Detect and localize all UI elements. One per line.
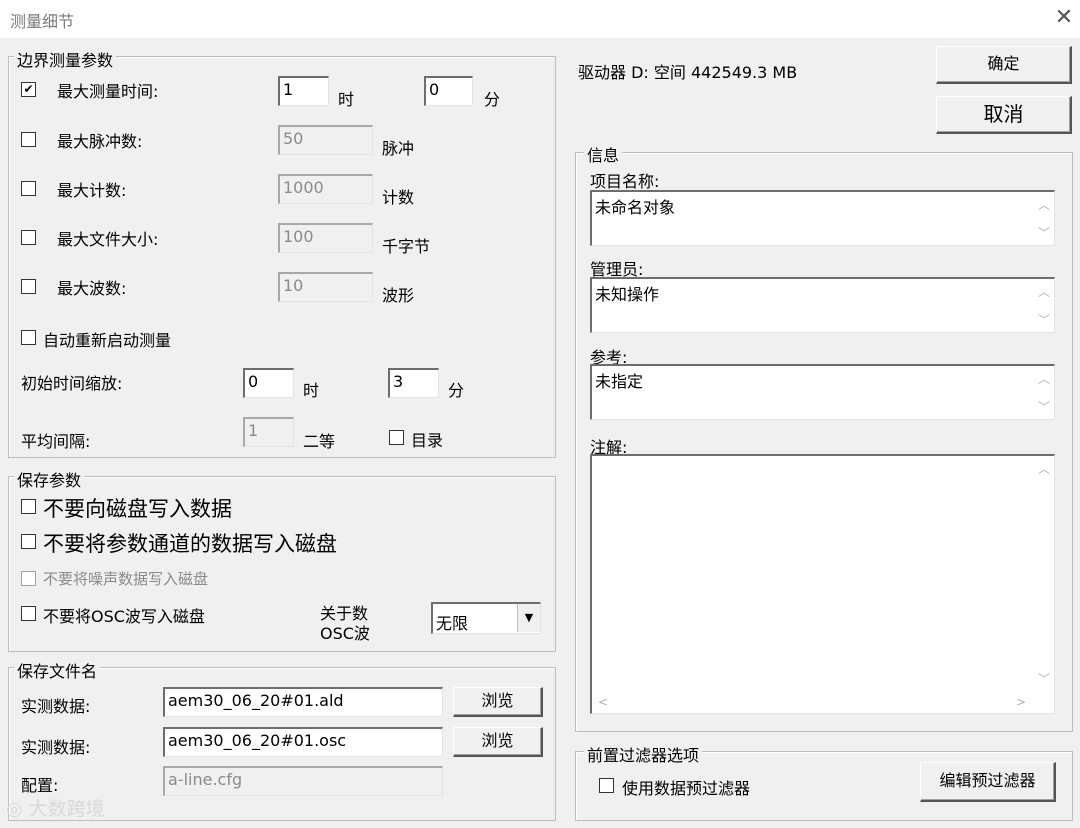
scroll-up-icon[interactable]: ︿ bbox=[1038, 283, 1050, 300]
config-input[interactable]: a-line.cfg bbox=[163, 766, 443, 796]
prefilter-legend: 前置过滤器选项 bbox=[584, 742, 703, 766]
init-zoom-minutes-input[interactable]: 3 bbox=[388, 368, 439, 398]
dropdown-arrow-icon[interactable]: ▼ bbox=[517, 604, 540, 632]
ok-button[interactable]: 确定 bbox=[936, 46, 1072, 84]
max-waves-label: 最大波数: bbox=[57, 279, 127, 298]
max-file-size-input[interactable]: 100 bbox=[278, 223, 373, 253]
scroll-up-icon[interactable]: ︿ bbox=[1038, 196, 1050, 213]
scroll-down-icon[interactable]: ﹀ bbox=[1038, 224, 1050, 241]
auto-restart-checkbox[interactable] bbox=[21, 330, 36, 345]
scroll-down-icon[interactable]: ﹀ bbox=[1038, 398, 1050, 415]
no-write-osc-checkbox[interactable] bbox=[21, 606, 36, 621]
osc-count-select[interactable]: 无限 ▼ bbox=[431, 602, 541, 634]
scroll-right-icon[interactable]: > bbox=[1016, 695, 1026, 709]
scroll-up-icon[interactable]: ︿ bbox=[1038, 370, 1050, 387]
max-waves-unit: 波形 bbox=[382, 286, 415, 305]
scroll-down-icon[interactable]: ﹀ bbox=[1038, 670, 1050, 687]
project-name-textarea[interactable]: 未命名对象 ︿ ﹀ bbox=[590, 190, 1055, 246]
max-waves-input[interactable]: 10 bbox=[278, 272, 373, 302]
data2-label: 实测数据: bbox=[21, 738, 91, 757]
max-time-hours-input[interactable]: 1 bbox=[278, 76, 329, 106]
init-time-zoom-label: 初始时间缩放: bbox=[21, 374, 123, 393]
no-write-param-checkbox[interactable] bbox=[21, 534, 36, 549]
scroll-down-icon[interactable]: ﹀ bbox=[1038, 311, 1050, 328]
no-write-noise-checkbox[interactable] bbox=[21, 571, 36, 586]
max-count-input[interactable]: 1000 bbox=[278, 174, 373, 204]
max-count-checkbox[interactable] bbox=[21, 181, 36, 196]
init-zoom-hours-unit: 时 bbox=[303, 381, 320, 400]
close-icon[interactable]: ✕ bbox=[1050, 4, 1078, 32]
max-time-minutes-input[interactable]: 0 bbox=[424, 76, 473, 106]
max-time-checkbox[interactable]: ✔ bbox=[21, 82, 36, 97]
manager-textarea[interactable]: 未知操作 ︿ ﹀ bbox=[590, 277, 1055, 333]
notes-textarea[interactable]: ︿ ﹀ < > bbox=[590, 454, 1055, 714]
directory-label: 目录 bbox=[411, 431, 444, 450]
init-zoom-minutes-unit: 分 bbox=[448, 381, 465, 400]
no-write-data-checkbox[interactable] bbox=[21, 499, 36, 514]
project-name-label: 项目名称: bbox=[590, 172, 660, 191]
max-count-unit: 计数 bbox=[382, 188, 415, 207]
auto-restart-label[interactable]: 自动重新启动测量 bbox=[43, 327, 171, 351]
max-waves-checkbox[interactable] bbox=[21, 279, 36, 294]
edit-prefilter-button[interactable]: 编辑预过滤器 bbox=[920, 762, 1056, 802]
window-title: 测量细节 bbox=[10, 12, 75, 31]
watermark-logo-icon: ◎ bbox=[6, 798, 23, 820]
avg-interval-unit: 二等 bbox=[303, 432, 336, 451]
info-legend: 信息 bbox=[584, 142, 623, 166]
max-pulses-label: 最大脉冲数: bbox=[57, 132, 143, 151]
max-file-size-checkbox[interactable] bbox=[21, 230, 36, 245]
browse-data1-button[interactable]: 浏览 bbox=[453, 687, 543, 717]
data1-label: 实测数据: bbox=[21, 697, 91, 716]
max-file-size-unit: 千字节 bbox=[382, 237, 431, 256]
boundary-legend: 边界测量参数 bbox=[14, 47, 117, 71]
watermark: ◎ 大数跨境 bbox=[6, 798, 105, 820]
osc-count-label-line2: OSC波 bbox=[320, 624, 370, 643]
reference-textarea[interactable]: 未指定 ︿ ﹀ bbox=[590, 364, 1055, 420]
max-pulses-unit: 脉冲 bbox=[382, 139, 415, 158]
no-write-param-label[interactable]: 不要将参数通道的数据写入磁盘 bbox=[43, 528, 337, 558]
data2-input[interactable]: aem30_06_20#01.osc bbox=[163, 727, 443, 757]
file-names-legend: 保存文件名 bbox=[14, 658, 101, 682]
scroll-up-icon[interactable]: ︿ bbox=[1038, 460, 1050, 477]
save-params-legend: 保存参数 bbox=[14, 467, 85, 491]
no-write-noise-label: 不要将噪声数据写入磁盘 bbox=[43, 570, 209, 588]
osc-count-value: 无限 bbox=[436, 614, 469, 633]
use-prefilter-checkbox[interactable] bbox=[599, 778, 614, 793]
max-time-minutes-unit: 分 bbox=[484, 90, 501, 109]
no-write-osc-label[interactable]: 不要将OSC波写入磁盘 bbox=[43, 603, 205, 627]
max-pulses-input[interactable]: 50 bbox=[278, 125, 373, 155]
max-time-hours-unit: 时 bbox=[338, 90, 355, 109]
browse-data2-button[interactable]: 浏览 bbox=[453, 727, 543, 757]
max-count-label: 最大计数: bbox=[57, 181, 127, 200]
init-zoom-hours-input[interactable]: 0 bbox=[243, 368, 294, 398]
avg-interval-input[interactable]: 1 bbox=[243, 417, 294, 447]
no-write-data-label[interactable]: 不要向磁盘写入数据 bbox=[43, 493, 232, 523]
cancel-button[interactable]: 取消 bbox=[936, 96, 1072, 134]
scroll-left-icon[interactable]: < bbox=[598, 695, 608, 709]
max-file-size-label: 最大文件大小: bbox=[57, 230, 159, 249]
directory-checkbox[interactable] bbox=[389, 430, 404, 445]
title-bar bbox=[0, 0, 1080, 38]
max-time-label: 最大测量时间: bbox=[57, 82, 159, 101]
max-pulses-checkbox[interactable] bbox=[21, 132, 36, 147]
data1-input[interactable]: aem30_06_20#01.ald bbox=[163, 687, 443, 717]
avg-interval-label: 平均间隔: bbox=[21, 432, 91, 451]
config-label: 配置: bbox=[21, 776, 59, 795]
drive-space-text: 驱动器 D: 空间 442549.3 MB bbox=[578, 63, 798, 82]
use-prefilter-label[interactable]: 使用数据预过滤器 bbox=[622, 775, 750, 799]
